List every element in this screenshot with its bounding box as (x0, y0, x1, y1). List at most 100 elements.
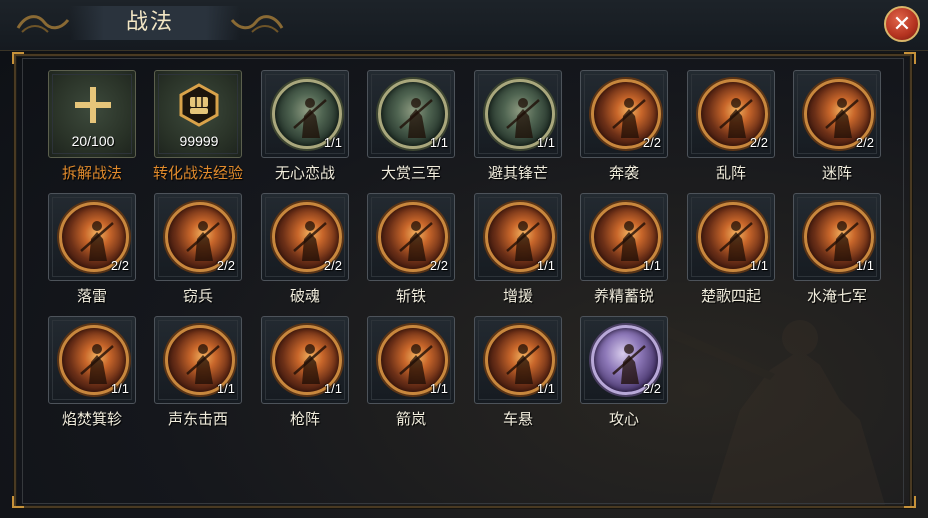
warrior-icon (186, 344, 220, 384)
skill-card[interactable]: 1/1 避其锋芒 (472, 70, 564, 182)
skill-slot: 1/1 (367, 316, 455, 404)
warrior-icon (719, 98, 753, 138)
skill-name: 奔袭 (608, 164, 639, 182)
dragon-ornament-right-icon (230, 15, 284, 33)
skill-card[interactable]: 1/1 无心恋战 (259, 70, 351, 182)
skill-card[interactable]: 1/1 养精蓄锐 (578, 193, 670, 305)
frame-corner-bottom-right (904, 496, 916, 508)
skill-count: 2/2 (216, 258, 235, 273)
fist-emblem-icon (179, 83, 219, 127)
dragon-ornament-left-icon (16, 15, 70, 33)
dismantle-label: 拆解战法 (61, 164, 122, 182)
warrior-icon (293, 98, 327, 138)
skill-card[interactable]: 2/2 乱阵 (685, 70, 777, 182)
skill-card[interactable]: 1/1 箭岚 (365, 316, 457, 428)
skill-name: 增援 (502, 287, 533, 305)
skill-card[interactable]: 1/1 增援 (472, 193, 564, 305)
skill-count: 2/2 (110, 258, 129, 273)
skill-card[interactable]: 2/2 攻心 (578, 316, 670, 428)
skill-name: 迷阵 (821, 164, 852, 182)
skill-card[interactable]: 1/1 车悬 (472, 316, 564, 428)
warrior-icon (612, 98, 646, 138)
skill-count: 2/2 (642, 135, 661, 150)
convert-tactic-exp-card[interactable]: 99999 转化战法经验 (152, 70, 244, 182)
warrior-icon (612, 221, 646, 261)
skill-count: 1/1 (216, 381, 235, 396)
frame-corner-top-left (12, 52, 24, 64)
skill-count: 1/1 (110, 381, 129, 396)
skill-count: 1/1 (642, 258, 661, 273)
skill-count: 2/2 (642, 381, 661, 396)
skill-name: 攻心 (608, 410, 639, 428)
warrior-icon (506, 344, 540, 384)
skill-count: 1/1 (536, 381, 555, 396)
title-bar: 战法 ✕ (0, 0, 928, 51)
skill-name: 破魂 (289, 287, 320, 305)
skill-slot: 1/1 (48, 316, 136, 404)
skill-name: 乱阵 (715, 164, 746, 182)
skill-card[interactable]: 1/1 大赏三军 (365, 70, 457, 182)
skill-name: 焰焚箕轸 (61, 410, 122, 428)
skill-card[interactable]: 2/2 斩铁 (365, 193, 457, 305)
skill-card[interactable]: 2/2 奔袭 (578, 70, 670, 182)
skill-slot: 1/1 (474, 316, 562, 404)
skill-slot: 2/2 (687, 70, 775, 158)
convert-count: 99999 (179, 133, 219, 149)
skill-count: 1/1 (855, 258, 874, 273)
skill-slot: 1/1 (793, 193, 881, 281)
skill-name: 无心恋战 (274, 164, 335, 182)
warrior-icon (399, 221, 433, 261)
skill-name: 大赏三军 (380, 164, 441, 182)
close-button[interactable]: ✕ (884, 6, 920, 42)
skill-name: 声东击西 (167, 410, 228, 428)
skill-slot: 2/2 (154, 193, 242, 281)
skill-card[interactable]: 1/1 焰焚箕轸 (46, 316, 138, 428)
warrior-icon (719, 221, 753, 261)
skill-name: 箭岚 (395, 410, 426, 428)
skill-card[interactable]: 1/1 水淹七军 (791, 193, 883, 305)
warrior-icon (612, 344, 646, 384)
tactics-window: 战法 ✕ 20/100 拆解战法 99999 转化战法经验 1/1 无心恋战 1… (0, 0, 928, 518)
skill-count: 2/2 (749, 135, 768, 150)
skill-slot: 2/2 (580, 70, 668, 158)
skill-card[interactable]: 2/2 破魂 (259, 193, 351, 305)
warrior-icon (399, 344, 433, 384)
window-title: 战法 (125, 10, 174, 35)
skill-card[interactable]: 1/1 枪阵 (259, 316, 351, 428)
skill-count: 1/1 (536, 258, 555, 273)
warrior-icon (186, 221, 220, 261)
skill-count: 1/1 (323, 381, 342, 396)
skill-slot: 1/1 (474, 193, 562, 281)
skill-card[interactable]: 2/2 窃兵 (152, 193, 244, 305)
skill-name: 车悬 (502, 410, 533, 428)
skill-count: 2/2 (429, 258, 448, 273)
dismantle-count: 20/100 (71, 133, 115, 149)
skill-slot: 2/2 (48, 193, 136, 281)
plus-icon (75, 87, 111, 123)
close-icon: ✕ (892, 11, 912, 36)
skill-name: 养精蓄锐 (593, 287, 654, 305)
skill-card[interactable]: 2/2 落雷 (46, 193, 138, 305)
skill-name: 枪阵 (289, 410, 320, 428)
skill-slot: 1/1 (367, 70, 455, 158)
skill-slot: 1/1 (261, 316, 349, 404)
skill-card[interactable]: 1/1 声东击西 (152, 316, 244, 428)
convert-label: 转化战法经验 (152, 164, 243, 182)
dismantle-tactic-card[interactable]: 20/100 拆解战法 (46, 70, 138, 182)
skill-card[interactable]: 2/2 迷阵 (791, 70, 883, 182)
skill-count: 2/2 (855, 135, 874, 150)
skill-count: 1/1 (429, 135, 448, 150)
skill-count: 1/1 (536, 135, 555, 150)
skill-name: 斩铁 (395, 287, 426, 305)
warrior-icon (399, 98, 433, 138)
warrior-icon (80, 344, 114, 384)
skill-count: 2/2 (323, 258, 342, 273)
skill-slot: 1/1 (261, 70, 349, 158)
skill-slot: 1/1 (687, 193, 775, 281)
skill-card[interactable]: 1/1 楚歌四起 (685, 193, 777, 305)
skill-count: 1/1 (749, 258, 768, 273)
warrior-icon (825, 98, 859, 138)
warrior-icon (506, 221, 540, 261)
frame-corner-bottom-left (12, 496, 24, 508)
skill-count: 1/1 (429, 381, 448, 396)
